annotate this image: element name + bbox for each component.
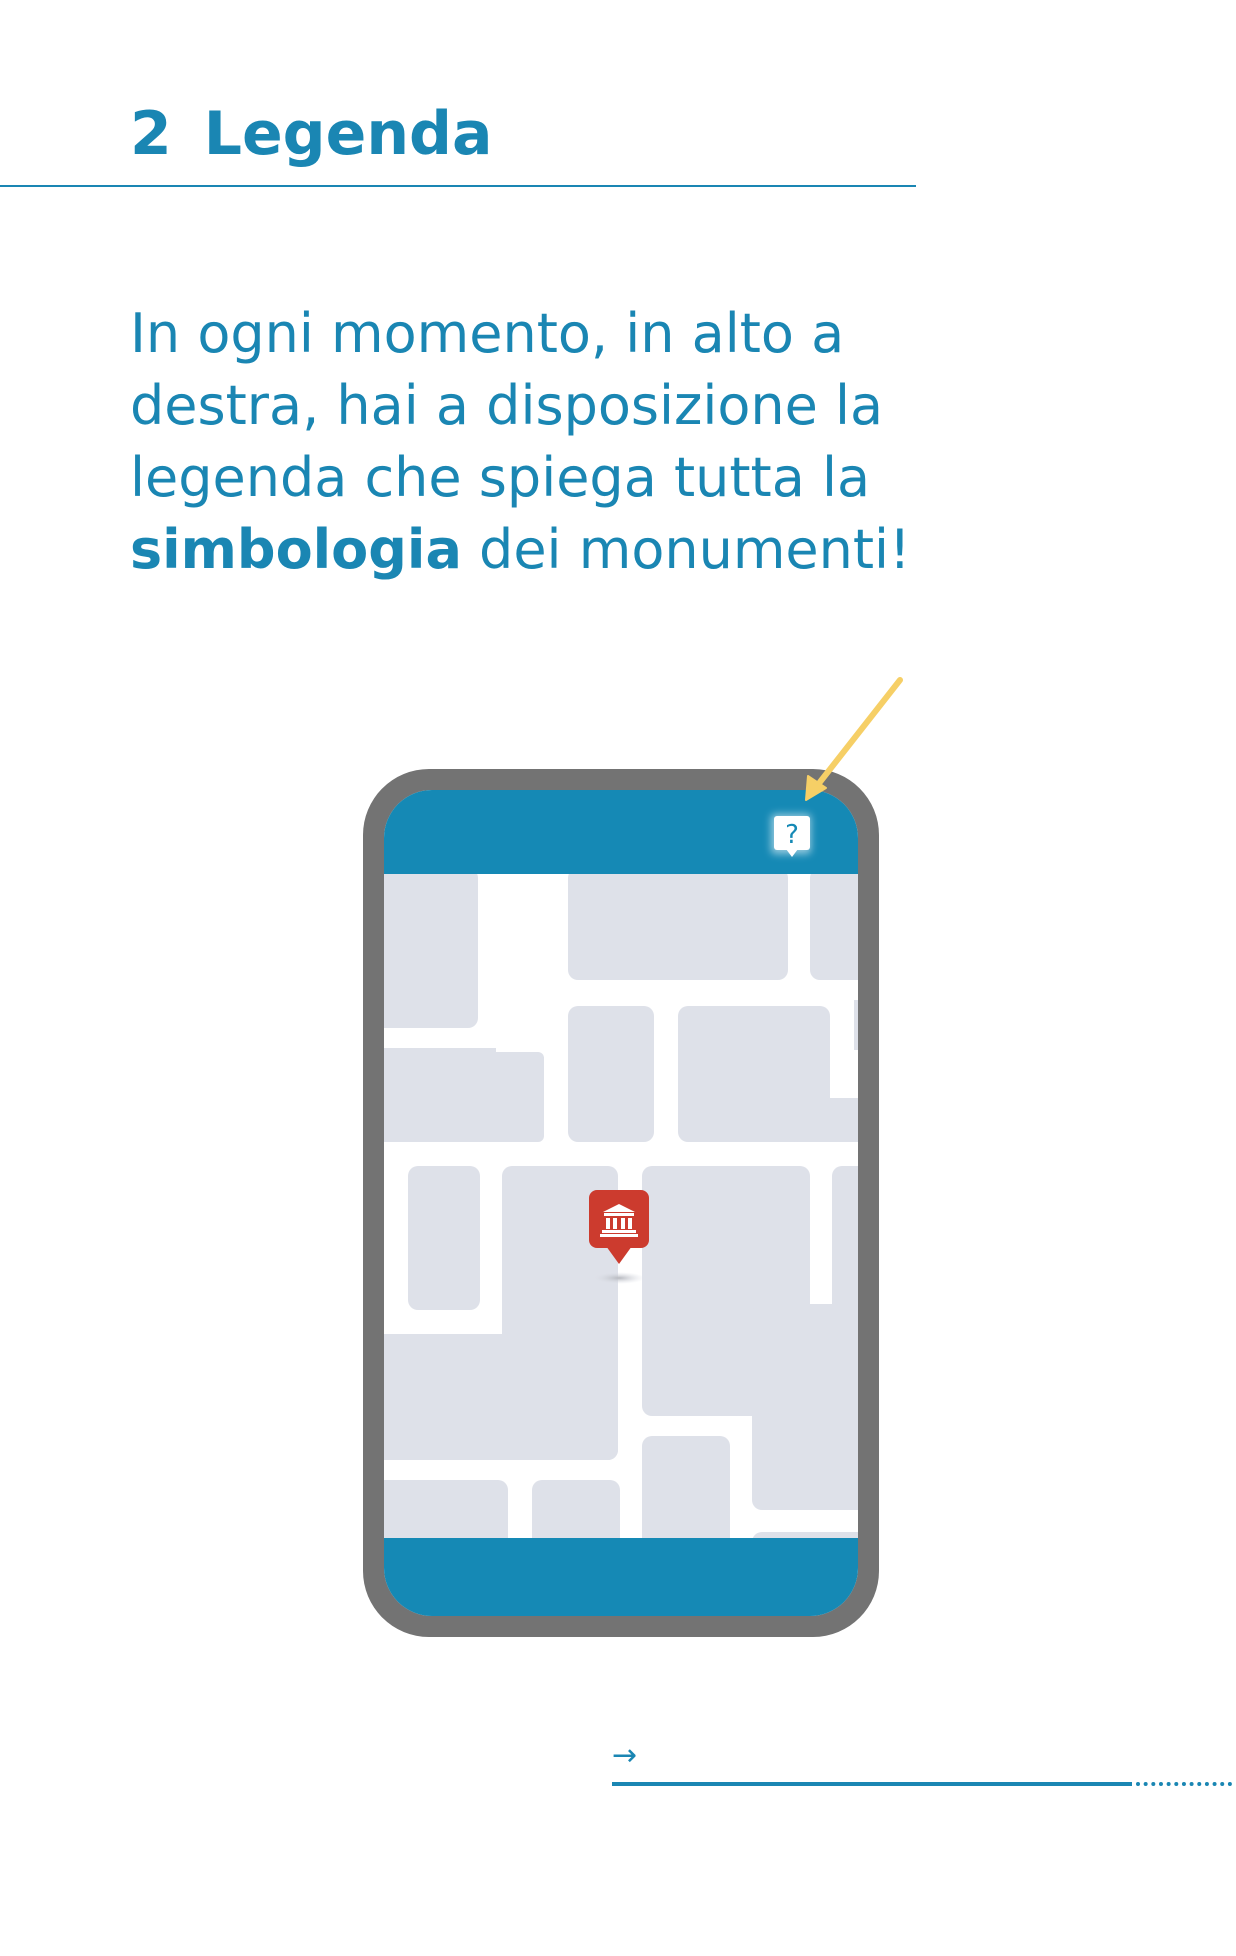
help-icon-glyph: ? [785,820,799,850]
next-arrow-icon[interactable]: → [612,1738,637,1774]
pointer-arrow [805,677,903,801]
map-area [384,868,858,1572]
question-mark-speech-bubble-icon[interactable]: ? [771,814,811,857]
footer-divider [612,1782,1132,1786]
phone-illustration: ? [363,677,903,1637]
footer-dotted-divider [1136,1782,1232,1786]
app-bottom-bar [384,1538,858,1616]
phone-screen [384,790,858,1616]
